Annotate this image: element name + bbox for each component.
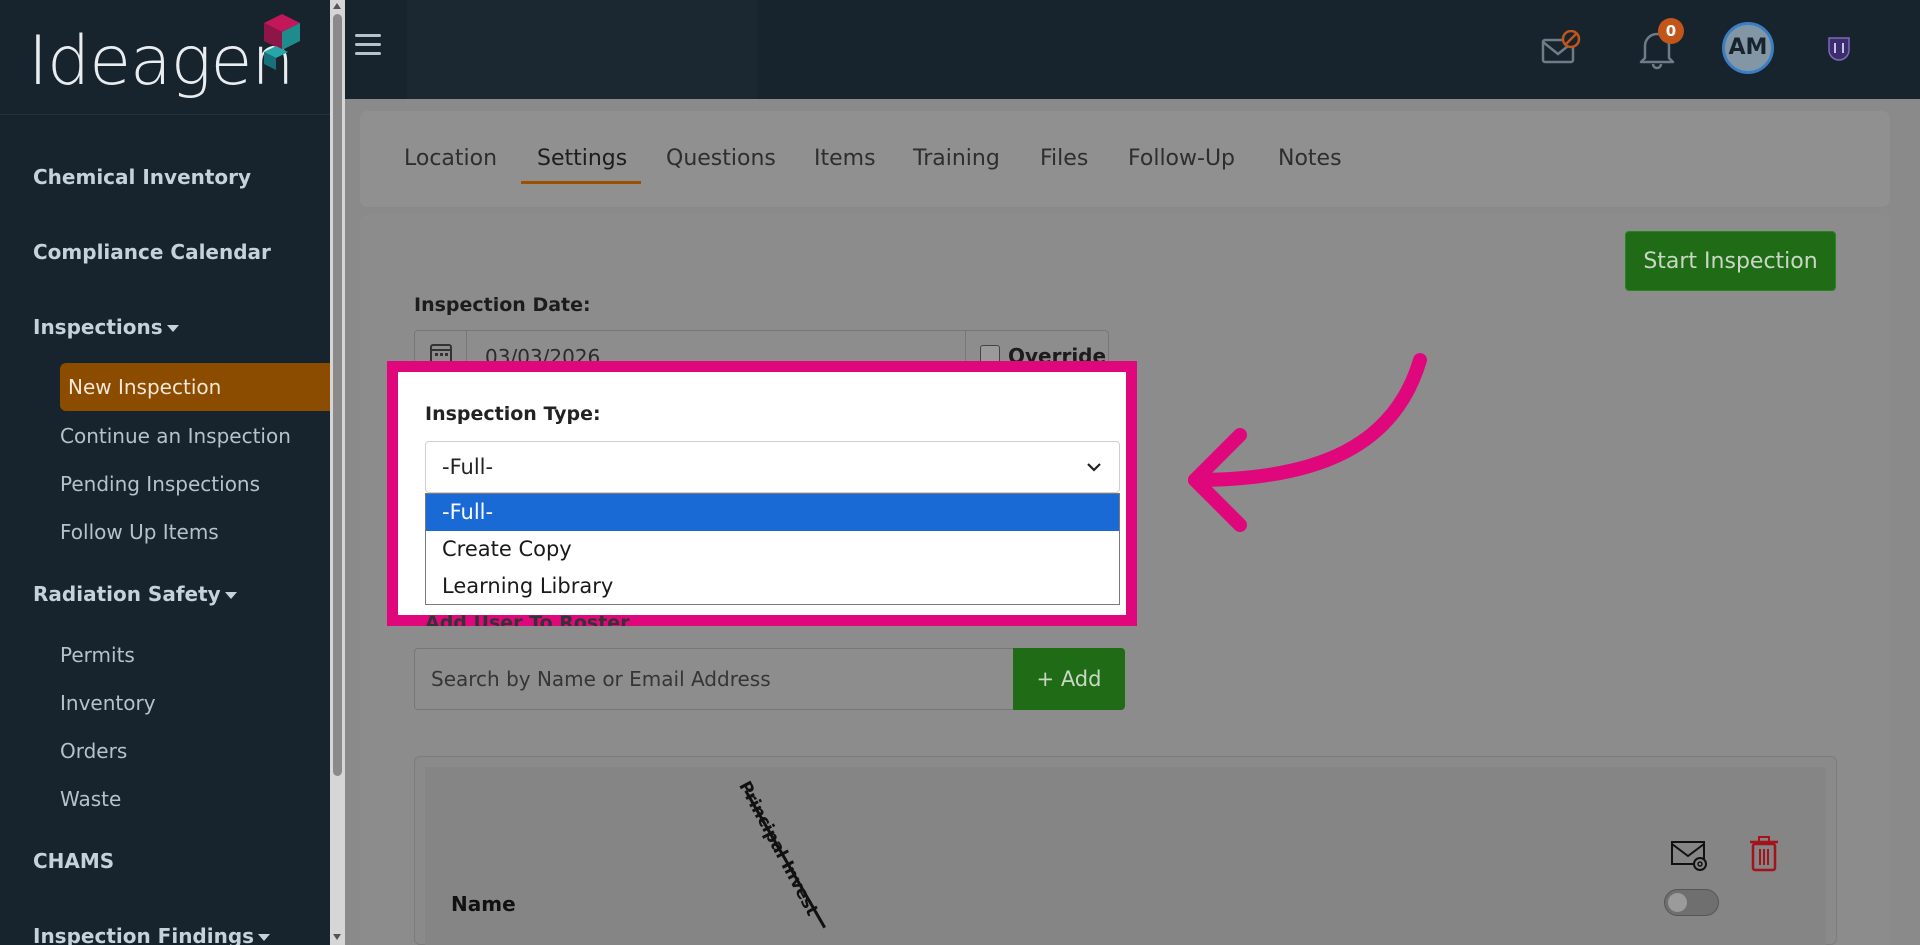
tab-follow-up[interactable]: Follow-Up xyxy=(1128,146,1235,171)
add-user-button[interactable]: + Add xyxy=(1013,648,1125,710)
tab-files[interactable]: Files xyxy=(1040,146,1088,171)
scroll-thumb[interactable] xyxy=(333,14,342,776)
nav-inspection-findings[interactable]: Inspection Findings xyxy=(33,924,271,945)
tab-questions[interactable]: Questions xyxy=(666,146,776,171)
user-avatar[interactable]: AM xyxy=(1722,22,1774,74)
organization-crest-icon[interactable] xyxy=(1825,34,1853,62)
roster-table xyxy=(414,756,1837,945)
brand-name: Ideagen xyxy=(28,22,294,101)
nav-radiation-safety-label: Radiation Safety xyxy=(33,582,221,606)
brand-logo[interactable]: Ideagen xyxy=(0,0,330,115)
add-user-to-roster-label: Add User To Roster xyxy=(425,612,630,626)
chevron-down-icon xyxy=(1087,463,1101,472)
hamburger-menu-icon[interactable] xyxy=(355,34,381,56)
option-full[interactable]: -Full- xyxy=(426,494,1119,531)
active-tab-indicator xyxy=(521,181,641,184)
start-inspection-button[interactable]: Start Inspection xyxy=(1625,231,1836,291)
inspection-type-select[interactable]: -Full- xyxy=(425,441,1120,493)
scroll-up-icon[interactable] xyxy=(333,3,341,9)
email-at-icon[interactable] xyxy=(1670,838,1710,872)
caret-down-icon xyxy=(224,592,237,599)
option-learning-library[interactable]: Learning Library xyxy=(426,568,1119,605)
header-panel xyxy=(407,0,757,99)
notification-badge: 0 xyxy=(1658,18,1684,44)
add-user-label: Add xyxy=(1060,667,1102,691)
toggle-knob xyxy=(1668,893,1687,912)
logo-cubes-icon xyxy=(264,14,300,70)
inspection-type-highlight: Inspection Type: -Full- -Full- Create Co… xyxy=(387,361,1137,626)
plus-icon: + xyxy=(1036,667,1055,691)
tab-items[interactable]: Items xyxy=(814,146,876,171)
email-toggle[interactable] xyxy=(1664,889,1719,916)
pointer-arrow-icon xyxy=(1188,353,1427,532)
option-create-copy[interactable]: Create Copy xyxy=(426,531,1119,568)
column-header-name: Name xyxy=(451,892,516,916)
nav-follow-up-items[interactable]: Follow Up Items xyxy=(60,520,219,544)
nav-orders[interactable]: Orders xyxy=(60,739,127,763)
scroll-down-icon[interactable] xyxy=(333,934,341,940)
tab-notes[interactable]: Notes xyxy=(1278,146,1342,171)
caret-down-icon xyxy=(258,934,271,941)
nav-inventory[interactable]: Inventory xyxy=(60,691,156,715)
inspection-type-options: -Full- Create Copy Learning Library xyxy=(425,493,1120,605)
nav-permits[interactable]: Permits xyxy=(60,643,135,667)
tab-settings[interactable]: Settings xyxy=(537,146,627,171)
nav-inspection-findings-label: Inspection Findings xyxy=(33,924,255,945)
nav-chemical-inventory[interactable]: Chemical Inventory xyxy=(33,165,251,189)
nav-compliance-calendar[interactable]: Compliance Calendar xyxy=(33,240,271,264)
nav-waste[interactable]: Waste xyxy=(60,787,121,811)
nav-radiation-safety[interactable]: Radiation Safety xyxy=(33,582,237,606)
mail-blocked-icon[interactable] xyxy=(1541,30,1581,66)
nav-pending-inspections[interactable]: Pending Inspections xyxy=(60,472,260,496)
nav-chams[interactable]: CHAMS xyxy=(33,849,114,873)
tabs-bar: Location Settings Questions Items Traini… xyxy=(360,111,1890,207)
inspection-type-label: Inspection Type: xyxy=(425,403,601,425)
nav-inspections-label: Inspections xyxy=(33,315,163,339)
roster-search-box xyxy=(414,648,1014,710)
inspection-type-selected: -Full- xyxy=(442,455,494,479)
nav-inspections[interactable]: Inspections xyxy=(33,315,179,339)
trash-icon[interactable] xyxy=(1748,834,1780,872)
roster-table-header xyxy=(425,767,1826,945)
sidebar: Ideagen Chemical Inventory Compliance Ca… xyxy=(0,0,330,945)
nav-continue-inspection[interactable]: Continue an Inspection xyxy=(60,424,291,448)
tab-location[interactable]: Location xyxy=(404,146,497,171)
nav-new-inspection[interactable]: New Inspection xyxy=(60,363,330,411)
caret-down-icon xyxy=(166,325,179,332)
tab-training[interactable]: Training xyxy=(913,146,1000,171)
sidebar-scrollbar[interactable] xyxy=(330,0,345,945)
roster-search-input[interactable] xyxy=(415,649,1013,709)
inspection-date-label: Inspection Date: xyxy=(414,294,591,316)
nav-new-inspection-label: New Inspection xyxy=(68,375,222,399)
top-header: 0 AM xyxy=(345,0,1920,99)
